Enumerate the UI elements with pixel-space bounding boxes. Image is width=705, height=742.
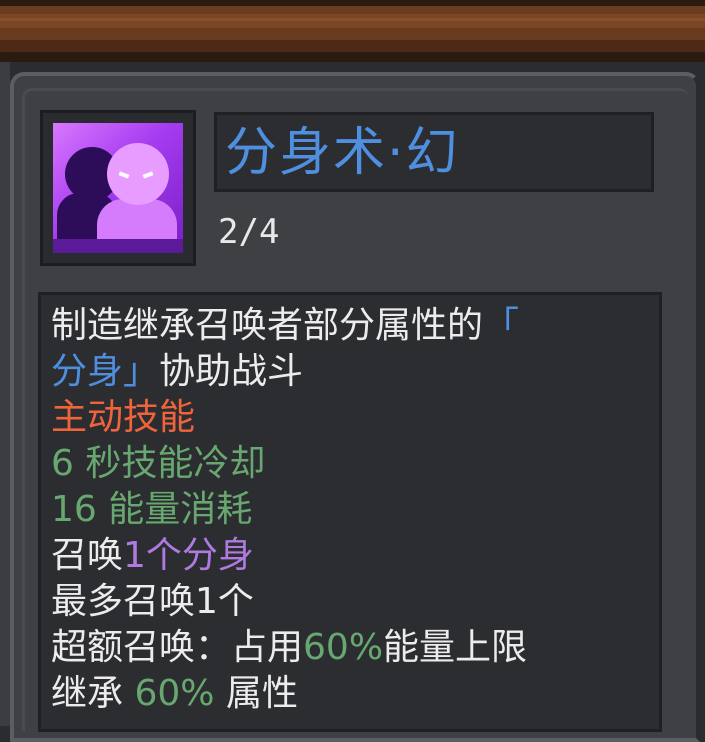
cooldown: 6 秒技能冷却 [51, 443, 266, 484]
summon-info: 召唤1个分身 [51, 535, 254, 576]
max-summon: 最多召唤1个 [51, 581, 254, 622]
desc-line-1: 制造继承召唤者部分属性的「 [51, 305, 520, 346]
skill-level: 2/4 [218, 212, 280, 252]
skill-title-box: 分身术·幻 [214, 112, 654, 192]
skill-icon-frame [40, 110, 196, 266]
wall-edge [0, 62, 10, 726]
inherit-stats: 继承 60% 属性 [51, 673, 298, 714]
wooden-beam [0, 0, 705, 62]
skill-title: 分身术·幻 [225, 123, 460, 183]
twin-shadow-clone-icon [53, 123, 183, 253]
skill-description: 制造继承召唤者部分属性的「 分身」协助战斗 主动技能 6 秒技能冷却 16 能量… [51, 303, 661, 717]
energy-cost: 16 能量消耗 [51, 489, 253, 530]
overflow-summon: 超额召唤：占用60%能量上限 [51, 627, 528, 668]
skill-type: 主动技能 [51, 397, 196, 438]
desc-line-2: 分身」协助战斗 [51, 351, 304, 392]
skill-description-box: 制造继承召唤者部分属性的「 分身」协助战斗 主动技能 6 秒技能冷却 16 能量… [38, 292, 662, 732]
